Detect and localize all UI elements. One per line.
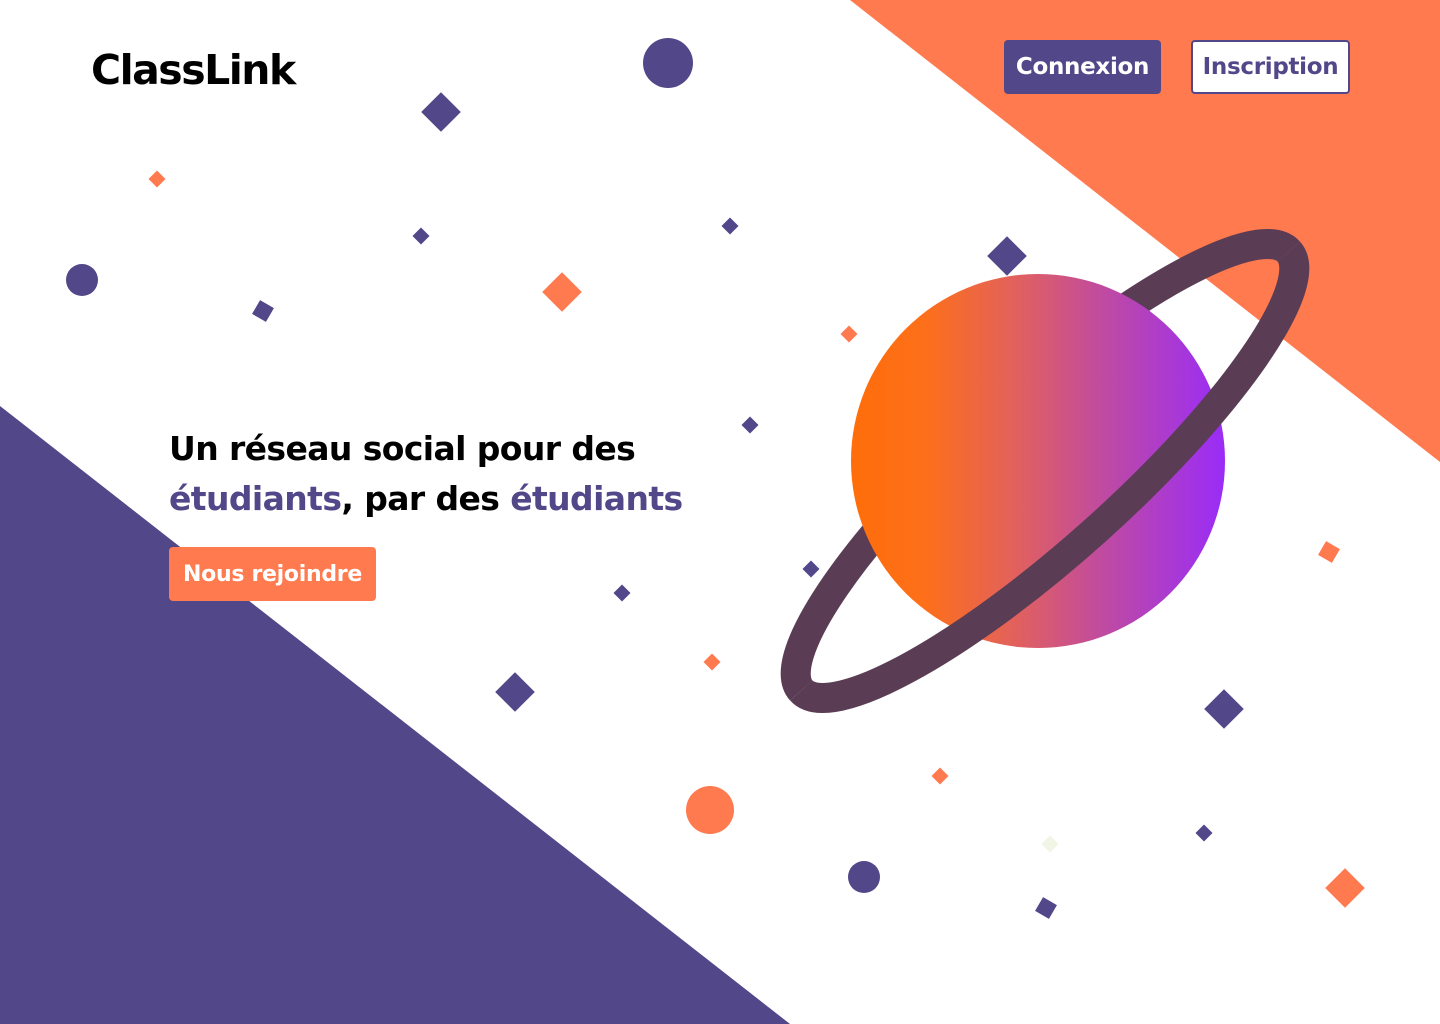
signup-button[interactable]: Inscription <box>1191 40 1350 94</box>
decor-diamond <box>148 170 166 188</box>
decor-diamond <box>1325 868 1365 908</box>
decor-circle <box>848 861 880 893</box>
decor-diamond <box>1318 541 1340 563</box>
hero-title: Un réseau social pour des étudiants, par… <box>169 424 809 524</box>
join-button[interactable]: Nous rejoindre <box>169 547 376 601</box>
hero-title-accent-1: étudiants <box>169 479 342 518</box>
decor-circle <box>686 786 734 834</box>
decor-diamond <box>987 236 1027 276</box>
decor-diamond <box>802 560 820 578</box>
decor-diamond <box>1195 824 1213 842</box>
decor-diamond <box>613 584 631 602</box>
decor-diamond <box>252 300 274 322</box>
decor-diamond <box>931 767 949 785</box>
decor-diamond <box>840 325 858 343</box>
decor-diamond <box>1041 835 1059 853</box>
decor-circle <box>66 264 98 296</box>
decor-diamond <box>412 227 430 245</box>
brand-logo[interactable]: ClassLink <box>91 46 296 94</box>
decor-diamond <box>1204 689 1244 729</box>
hero-title-line1: Un réseau social pour des <box>169 429 636 468</box>
decor-diamond <box>542 272 582 312</box>
decor-diamond <box>721 217 739 235</box>
decor-diamond <box>495 672 535 712</box>
hero-title-mid: , par des <box>341 479 511 518</box>
decor-diamond <box>1035 897 1057 919</box>
decor-circle <box>643 38 693 88</box>
decor-diamond <box>421 92 461 132</box>
login-button[interactable]: Connexion <box>1004 40 1161 94</box>
decor-diamond <box>703 653 721 671</box>
hero-title-accent-2: étudiants <box>510 479 683 518</box>
